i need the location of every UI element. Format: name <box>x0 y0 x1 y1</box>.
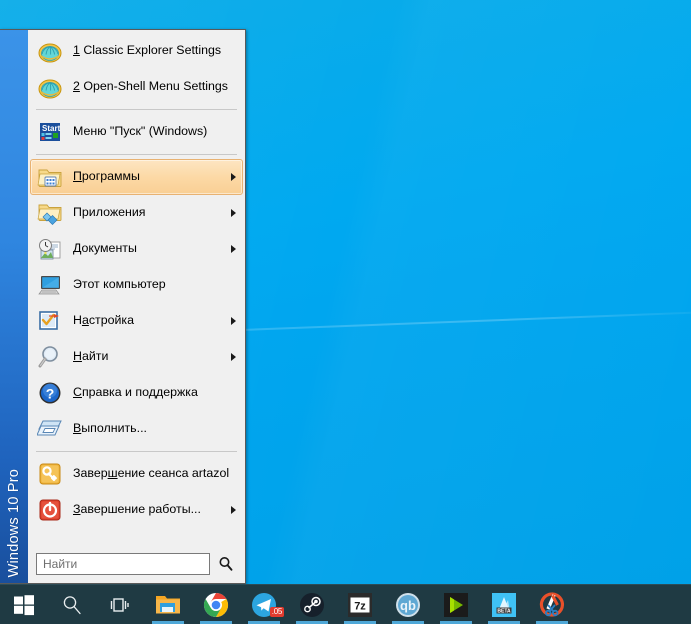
this-pc-monitor-icon <box>37 272 63 298</box>
7zip-icon: 7z <box>348 592 372 617</box>
menu-item-classic-explorer-settings[interactable]: 1 Classic Explorer Settings <box>30 33 243 69</box>
search-magnifier-icon <box>219 557 233 571</box>
windows-logo-icon <box>14 594 34 615</box>
menu-item-applications[interactable]: Приложения <box>30 195 243 231</box>
start-menu-search-row <box>28 553 245 583</box>
taskbar-task-view-button[interactable] <box>96 585 144 624</box>
run-dialog-icon <box>37 416 63 442</box>
search-input[interactable] <box>36 553 210 575</box>
taskbar-telegram-button[interactable]: .05 <box>240 585 288 624</box>
search-magnifier-icon <box>37 344 63 370</box>
open-shell-clamshell-icon <box>37 74 63 100</box>
submenu-arrow-icon <box>231 245 236 253</box>
taskbar-snipping-tool-button[interactable] <box>528 585 576 624</box>
start-menu-items-column: 1 Classic Explorer Settings 2 Open-Shell… <box>28 30 245 583</box>
taskbar-file-explorer-button[interactable] <box>144 585 192 624</box>
open-shell-clamshell-icon <box>37 38 63 64</box>
submenu-arrow-icon <box>231 173 236 181</box>
menu-item-label: Документы <box>73 241 137 256</box>
submenu-arrow-icon <box>231 506 236 514</box>
submenu-arrow-icon <box>231 209 236 217</box>
help-question-icon: ? <box>37 380 63 406</box>
qbittorrent-icon: qb <box>396 592 420 617</box>
menu-item-programs[interactable]: Программы <box>30 159 243 195</box>
taskbar-steam-button[interactable] <box>288 585 336 624</box>
affinity-beta-icon: BETA <box>492 592 516 617</box>
taskbar-start-button[interactable] <box>0 585 48 624</box>
apps-folder-icon <box>37 200 63 226</box>
svg-text:?: ? <box>46 386 55 402</box>
menu-separator <box>36 109 237 110</box>
menu-item-open-shell-menu-settings[interactable]: 2 Open-Shell Menu Settings <box>30 69 243 105</box>
menu-item-label: Меню "Пуск" (Windows) <box>73 124 208 139</box>
menu-item-label: Найти <box>73 349 109 364</box>
menu-item-label: Выполнить... <box>73 421 147 436</box>
menu-item-label: Завершение работы... <box>73 502 201 517</box>
menu-item-settings[interactable]: Настройка <box>30 303 243 339</box>
menu-item-label: Завершение сеанса artazol <box>73 466 230 481</box>
menu-item-label: Программы <box>73 169 140 184</box>
taskbar-qbittorrent-button[interactable]: qb <box>384 585 432 624</box>
google-chrome-icon <box>203 592 229 617</box>
taskbar-google-chrome-button[interactable] <box>192 585 240 624</box>
steam-icon <box>300 592 324 617</box>
documents-recent-icon <box>37 236 63 262</box>
windows-edition-label: Windows 10 Pro <box>6 468 22 577</box>
menu-item-label: Приложения <box>73 205 146 220</box>
nvidia-play-icon <box>444 592 468 617</box>
menu-item-logoff[interactable]: Завершение сеанса artazol <box>30 456 243 492</box>
taskbar: .05 7z qb BETA <box>0 584 691 624</box>
logoff-key-icon <box>37 461 63 487</box>
start-menu-panel: Windows 10 Pro 1 Classic Explorer Settin… <box>0 29 246 584</box>
menu-separator <box>36 451 237 452</box>
svg-text:Start: Start <box>42 124 61 133</box>
start-menu-side-banner: Windows 10 Pro <box>0 30 28 583</box>
menu-separator <box>36 154 237 155</box>
settings-checkbox-icon <box>37 308 63 334</box>
menu-item-windows-start-menu[interactable]: Start Меню "Пуск" (Windows) <box>30 114 243 150</box>
submenu-arrow-icon <box>231 353 236 361</box>
svg-text:7z: 7z <box>354 600 366 612</box>
menu-item-shutdown[interactable]: Завершение работы... <box>30 492 243 528</box>
programs-folder-icon <box>37 164 63 190</box>
svg-text:BETA: BETA <box>497 608 511 614</box>
menu-item-label: Справка и поддержка <box>73 385 198 400</box>
menu-item-run[interactable]: Выполнить... <box>30 411 243 447</box>
taskbar-search-button[interactable] <box>48 585 96 624</box>
taskbar-seven-zip-button[interactable]: 7z <box>336 585 384 624</box>
menu-item-label: Настройка <box>73 313 135 328</box>
start-menu-windows-icon: Start <box>37 119 63 145</box>
menu-item-label: Этот компьютер <box>73 277 166 292</box>
search-magnifier-icon <box>63 595 81 614</box>
notification-badge: .05 <box>269 607 284 617</box>
menu-item-find[interactable]: Найти <box>30 339 243 375</box>
svg-text:qb: qb <box>400 598 416 613</box>
taskbar-affinity-beta-button[interactable]: BETA <box>480 585 528 624</box>
task-view-icon <box>110 597 129 612</box>
taskbar-nvidia-button[interactable] <box>432 585 480 624</box>
search-submit-button[interactable] <box>215 553 237 575</box>
menu-item-label: 2 Open-Shell Menu Settings <box>73 79 228 94</box>
menu-item-this-pc[interactable]: Этот компьютер <box>30 267 243 303</box>
menu-item-label: 1 Classic Explorer Settings <box>73 43 222 58</box>
menu-item-documents[interactable]: Документы <box>30 231 243 267</box>
snipping-tool-icon <box>539 591 565 617</box>
submenu-arrow-icon <box>231 317 236 325</box>
shutdown-power-icon <box>37 497 63 523</box>
menu-item-help-and-support[interactable]: ? Справка и поддержка <box>30 375 243 411</box>
file-explorer-icon <box>156 595 180 613</box>
